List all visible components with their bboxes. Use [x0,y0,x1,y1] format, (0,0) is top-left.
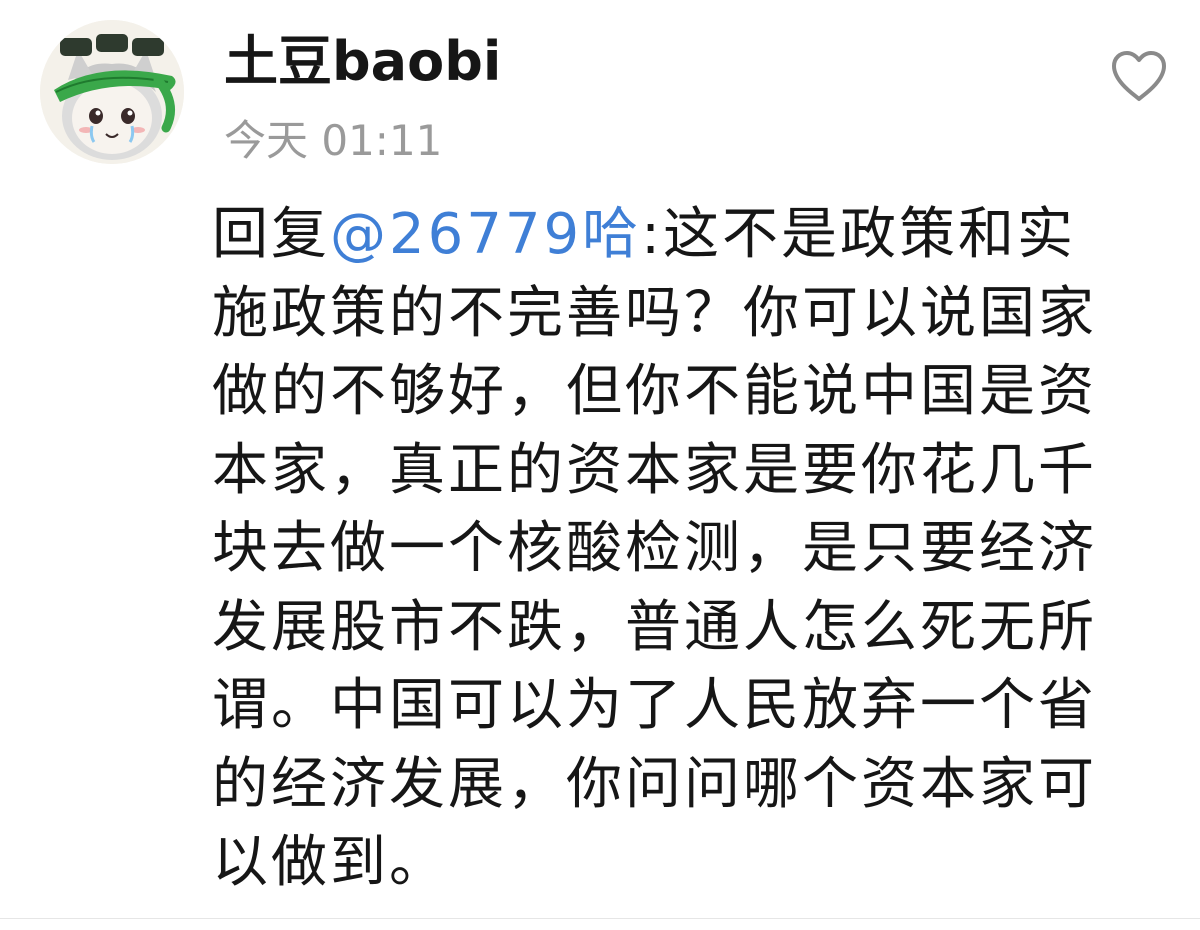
comment-text: 这不是政策和实施政策的不完善吗？你可以说国家做的不够好，但你不能说中国是资本家，… [212,202,1097,895]
like-button[interactable] [1108,48,1170,104]
username[interactable]: 土豆baobi [224,22,501,102]
comment-body: 回复@26779哈:这不是政策和实施政策的不完善吗？你可以说国家做的不够好，但你… [212,196,1122,903]
reply-prefix: 回复 [212,202,330,267]
reply-separator: : [641,202,664,267]
mention-link[interactable]: @26779哈 [330,202,641,267]
user-avatar[interactable] [40,20,184,164]
heart-outline-icon [1112,51,1166,101]
comment-timestamp: 今天 01:11 [224,116,443,165]
divider [0,918,1200,919]
comment-card: 土豆baobi 今天 01:11 回复@26779哈:这不是政策和实施政策的不完… [0,0,1200,930]
anime-avatar-icon [40,20,184,164]
